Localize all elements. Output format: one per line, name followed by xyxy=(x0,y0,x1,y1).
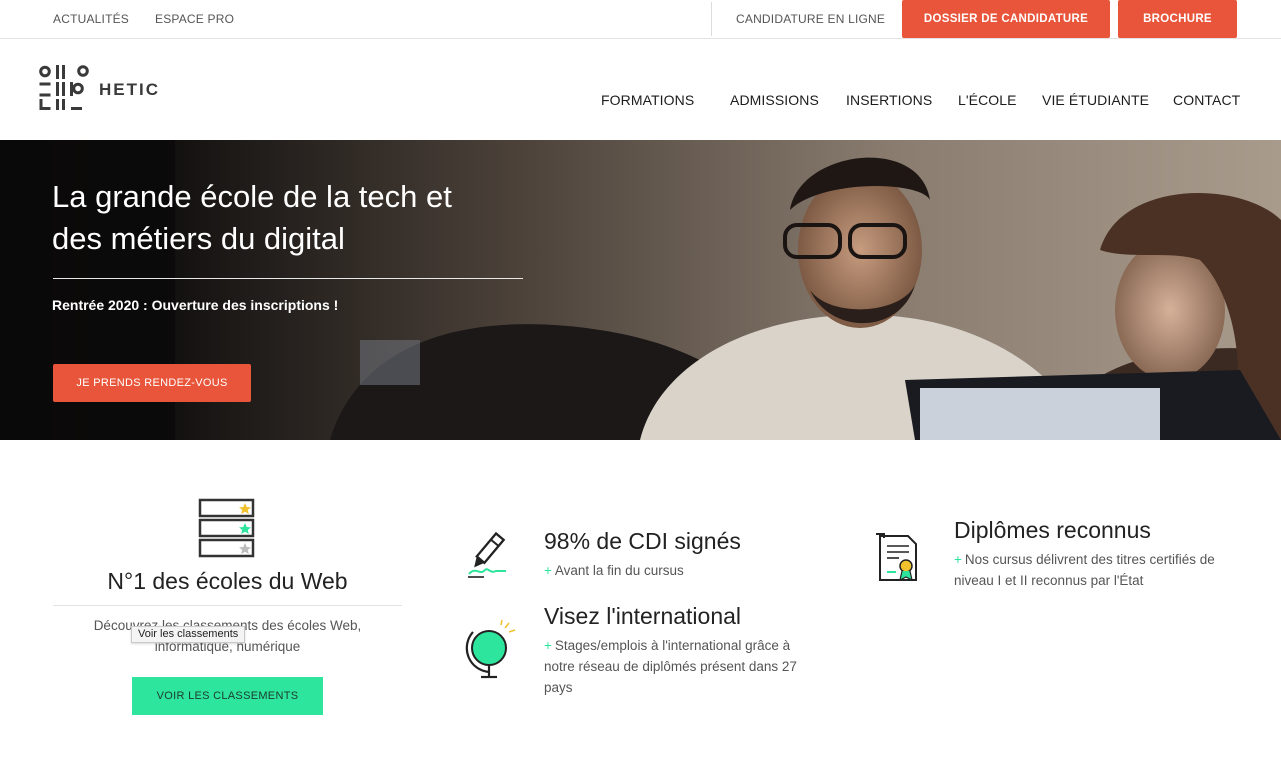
hero-title: La grande école de la tech et des métier… xyxy=(52,176,552,260)
nav-insertions[interactable]: INSERTIONS xyxy=(846,92,932,108)
rankings-tooltip: Voir les classements xyxy=(131,626,246,643)
international-text-line2: notre réseau de diplômés présent dans 27 xyxy=(544,659,797,674)
ranking-title: N°1 des écoles du Web xyxy=(107,568,348,594)
hero-divider xyxy=(53,278,523,279)
appointment-button[interactable]: JE PRENDS RENDEZ-VOUS xyxy=(53,364,251,402)
nav-ecole[interactable]: L'ÉCOLE xyxy=(958,92,1017,108)
cdi-text-label: Avant la fin du cursus xyxy=(554,563,684,578)
ranking-divider xyxy=(53,605,402,606)
diplomes-text-line2: niveau I et II reconnus par l'État xyxy=(954,573,1144,588)
topbar-link-espace-pro[interactable]: ESPACE PRO xyxy=(155,12,234,26)
brochure-button[interactable]: BROCHURE xyxy=(1118,0,1237,38)
cdi-text: + Avant la fin du cursus xyxy=(544,560,684,581)
hero-title-line2: des métiers du digital xyxy=(52,221,345,256)
view-rankings-button[interactable]: VOIR LES CLASSEMENTS xyxy=(132,677,323,715)
cdi-title: 98% de CDI signés xyxy=(544,528,741,554)
diploma-certificate-icon xyxy=(876,533,917,582)
ranking-list-icon xyxy=(198,498,255,558)
topbar-link-actualites[interactable]: ACTUALITÉS xyxy=(53,12,129,26)
pen-signature-icon xyxy=(468,531,506,578)
topbar-link-candidature[interactable]: CANDIDATURE EN LIGNE xyxy=(736,12,885,26)
dossier-candidature-button[interactable]: DOSSIER DE CANDIDATURE xyxy=(902,0,1110,38)
international-text: + Stages/emplois à l'international grâce … xyxy=(544,635,834,698)
plus-icon: + xyxy=(544,638,552,653)
diplomes-title: Diplômes reconnus xyxy=(954,517,1151,543)
globe-icon xyxy=(465,620,516,679)
hero-title-line1: La grande école de la tech et xyxy=(52,179,452,214)
diplomes-text-line1: Nos cursus délivrent des titres certifié… xyxy=(964,552,1215,567)
nav-contact[interactable]: CONTACT xyxy=(1173,92,1240,108)
hero-subtitle: Rentrée 2020 : Ouverture des inscription… xyxy=(52,297,339,313)
nav-admissions[interactable]: ADMISSIONS xyxy=(730,92,819,108)
nav-formations[interactable]: FORMATIONS xyxy=(601,92,694,108)
diplomes-text: + Nos cursus délivrent des titres certifi… xyxy=(954,549,1254,591)
international-text-line1: Stages/emplois à l'international grâce à xyxy=(554,638,791,653)
hero-banner: La grande école de la tech et des métier… xyxy=(0,140,1281,440)
plus-icon: + xyxy=(544,563,552,578)
plus-icon: + xyxy=(954,552,962,567)
international-title: Visez l'international xyxy=(544,603,742,629)
international-text-line3: pays xyxy=(544,680,573,695)
top-utility-bar: ACTUALITÉS ESPACE PRO CANDIDATURE EN LIG… xyxy=(0,0,1281,39)
topbar-divider xyxy=(711,2,712,36)
logo-text: HETIC xyxy=(99,80,160,99)
hetic-logo[interactable]: HETIC xyxy=(38,64,183,116)
nav-vie-etudiante[interactable]: VIE ÉTUDIANTE xyxy=(1042,92,1149,108)
main-header: HETIC FORMATIONS ADMISSIONS INSERTIONS L… xyxy=(0,40,1281,140)
